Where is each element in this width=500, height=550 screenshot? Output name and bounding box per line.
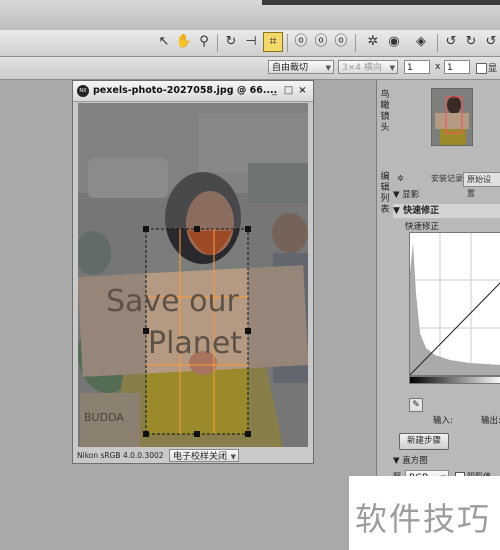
selection-control-point-icon[interactable]: ◉: [385, 33, 403, 51]
input-label: 输入:: [433, 416, 453, 426]
photo-canvas[interactable]: Save our Planet BUDDA: [78, 103, 308, 447]
zoom-icon[interactable]: ⚲: [195, 33, 213, 51]
auto-retouch-icon[interactable]: ⓞ: [332, 33, 350, 51]
toolbar-divider: [217, 34, 218, 52]
color-control-point-icon[interactable]: ✲: [364, 33, 382, 51]
toolbar-divider: [437, 34, 438, 52]
image-title: pexels-photo-2027058.jpg @ 66....: [93, 85, 278, 96]
close-button[interactable]: ×: [297, 85, 308, 96]
birdseye-thumbnail[interactable]: [431, 88, 473, 146]
quick-fix-header[interactable]: ▼ 快速修正: [393, 204, 500, 218]
color-profile: Nikon sRGB 4.0.0.3002: [77, 451, 164, 460]
aspect-select[interactable]: 3×4 横向 ▼: [338, 60, 398, 74]
crop-icon[interactable]: ⌗: [263, 32, 283, 52]
collapse-triangle-icon: ▼: [393, 206, 404, 216]
gear-icon[interactable]: ✲: [397, 172, 404, 186]
image-window-titlebar[interactable]: NX pexels-photo-2027058.jpg @ 66.... _ □…: [73, 81, 313, 102]
soft-proof-value: 电子校样关闭: [173, 452, 228, 462]
times-label: x: [435, 62, 441, 72]
histogram-label: 直方图: [402, 456, 428, 466]
hand-icon[interactable]: ✋: [175, 33, 193, 51]
curve-graph: [409, 233, 500, 376]
sign-text-line2: Planet: [148, 326, 242, 361]
maximize-button[interactable]: □: [283, 85, 294, 96]
histogram-header[interactable]: ▼ 直方图: [393, 454, 500, 468]
app-title-bar: [262, 0, 500, 5]
crop-mode-select[interactable]: 自由裁切 ▼: [268, 60, 334, 74]
image-window: NX pexels-photo-2027058.jpg @ 66.... _ □…: [72, 80, 314, 464]
show-checkbox[interactable]: [476, 63, 487, 74]
develop-row[interactable]: ▼ 显影: [393, 188, 500, 202]
toolbar-divider: [287, 34, 288, 52]
edit-history-header: ✲ 安装记录 原始设置: [393, 172, 500, 198]
eyedropper-icon[interactable]: ✎: [409, 398, 423, 412]
expand-triangle-icon: ▼: [393, 190, 403, 200]
photo-illustration: Save our Planet BUDDA: [78, 103, 308, 447]
rotate-icon[interactable]: ↻: [222, 33, 240, 51]
develop-label: 显影: [402, 190, 420, 200]
flip-icon[interactable]: ↻: [462, 33, 480, 51]
new-step-button[interactable]: 新建步骤: [399, 433, 449, 450]
chevron-down-icon: ▼: [389, 64, 395, 72]
rotate-cw-icon[interactable]: ↺: [442, 33, 460, 51]
edit-list-tab[interactable]: 编辑列表: [379, 172, 391, 216]
crop-height-field[interactable]: 1: [444, 60, 470, 74]
more-tools-icon[interactable]: ↺: [482, 33, 500, 51]
original-settings-tab[interactable]: 原始设置: [463, 172, 500, 198]
sign-text-line1: Save our: [106, 284, 240, 319]
collapse-triangle-icon: ▼: [393, 456, 403, 466]
minimize-button[interactable]: _: [269, 85, 280, 96]
watermark-text: 软件技巧: [355, 500, 492, 538]
birdseye-tab[interactable]: 鸟瞰镜头: [379, 90, 391, 134]
retouch-brush-icon[interactable]: ⓞ: [312, 33, 330, 51]
lasso-icon[interactable]: ◈: [412, 33, 430, 51]
crop-mode-value: 自由裁切: [272, 63, 309, 73]
curve-input-output: 输入: 输出:: [409, 414, 500, 428]
quick-fix-label: 快速修正: [405, 222, 440, 232]
rotate-left-icon[interactable]: ↖: [155, 33, 173, 51]
chevron-down-icon: ▼: [230, 453, 236, 461]
gradient-bar: [409, 376, 500, 384]
image-status-bar: Nikon sRGB 4.0.0.3002 电子校样关闭 ▼: [73, 449, 313, 463]
nikon-logo-icon: NX: [77, 85, 89, 97]
window-top-strip: [0, 0, 500, 31]
quick-fix-header-label: 快速修正: [403, 206, 440, 216]
output-label: 输出:: [481, 416, 500, 426]
aspect-value: 3×4 横向: [342, 63, 382, 73]
crop-options-bar: 自由裁切 ▼ 3×4 横向 ▼ 1 x 1 显: [0, 57, 500, 80]
soft-proof-select[interactable]: 电子校样关闭 ▼: [169, 449, 239, 462]
crop-width-field[interactable]: 1: [404, 60, 430, 74]
straighten-icon[interactable]: ⊣: [242, 33, 260, 51]
main-toolbar: ↖ ✋ ⚲ ↻ ⊣ ⌗ ⓞ ⓞ ⓞ ✲ ◉ ◈ ↺ ↻ ↺: [0, 30, 500, 57]
tone-curve-editor[interactable]: [409, 232, 500, 376]
chevron-down-icon: ▼: [325, 64, 331, 72]
history-label[interactable]: 安装记录: [431, 172, 463, 186]
watermark-box: 软件技巧: [349, 476, 500, 550]
red-eye-icon[interactable]: ⓞ: [292, 33, 310, 51]
fg-sign-text: BUDDA: [84, 411, 124, 424]
thumbnail-image: [432, 89, 472, 145]
toolbar-divider: [355, 34, 356, 52]
show-label: 显: [488, 64, 498, 74]
